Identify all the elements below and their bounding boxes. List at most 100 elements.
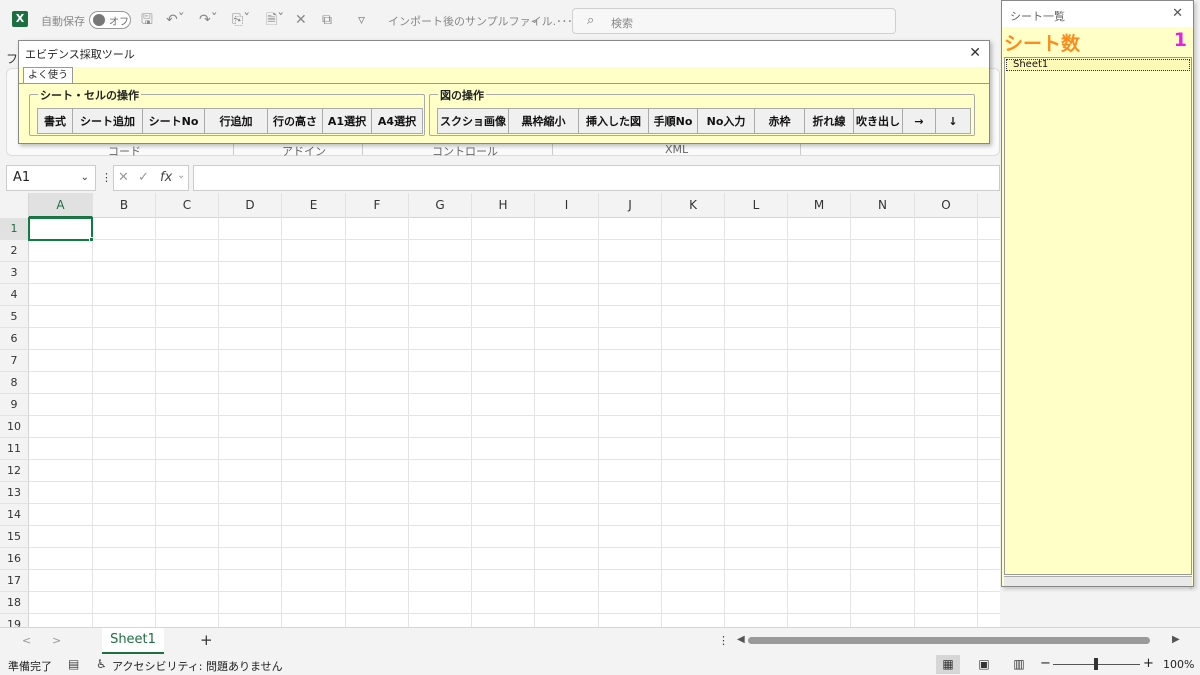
- more-options-icon[interactable]: ⋮: [101, 171, 112, 184]
- active-cell[interactable]: [28, 217, 93, 241]
- insert-function-icon[interactable]: fx: [160, 170, 172, 185]
- row-header-11[interactable]: 11: [0, 438, 29, 460]
- row-header-8[interactable]: 8: [0, 372, 29, 394]
- save-icon[interactable]: 🖫: [141, 11, 153, 29]
- more-options-icon[interactable]: ⋮: [718, 634, 729, 647]
- select-a4-button[interactable]: A4選択: [371, 108, 423, 134]
- red-frame-button[interactable]: 赤枠: [754, 108, 805, 134]
- macro-record-icon[interactable]: ▤: [68, 657, 79, 671]
- column-header-l[interactable]: L: [725, 193, 788, 218]
- screenshot-image-button[interactable]: スクショ画像: [437, 108, 509, 134]
- redo-icon[interactable]: ↷ˇ: [199, 11, 218, 29]
- clipboard-icon[interactable]: ⎘ˇ: [232, 11, 250, 29]
- search-box[interactable]: ⌕ 検索: [572, 8, 896, 34]
- add-sheet-icon[interactable]: +: [200, 631, 213, 649]
- sheet-tab-sheet1[interactable]: Sheet1: [102, 628, 164, 654]
- scroll-right-icon[interactable]: ▶: [1172, 634, 1180, 645]
- undo-icon[interactable]: ↶ˇ: [166, 11, 185, 29]
- accessibility-status[interactable]: アクセシビリティ: 問題ありません: [112, 658, 283, 674]
- tree-icon[interactable]: ⧉: [322, 11, 332, 29]
- column-header-e[interactable]: E: [282, 193, 346, 218]
- enter-check-icon[interactable]: ✓: [138, 170, 149, 185]
- row-header-17[interactable]: 17: [0, 570, 29, 592]
- row-header-1[interactable]: 1: [0, 218, 29, 240]
- step-no-button[interactable]: 手順No: [648, 108, 698, 134]
- column-header-i[interactable]: I: [535, 193, 599, 218]
- column-header-o[interactable]: O: [915, 193, 978, 218]
- tool-titlebar[interactable]: エビデンス採取ツール ✕: [19, 41, 989, 67]
- zoom-slider-thumb[interactable]: [1094, 658, 1098, 670]
- normal-view-icon[interactable]: ▦: [936, 655, 960, 674]
- row-header-14[interactable]: 14: [0, 504, 29, 526]
- zoom-in-icon[interactable]: +: [1143, 656, 1154, 671]
- row-header-4[interactable]: 4: [0, 284, 29, 306]
- column-header-m[interactable]: M: [788, 193, 851, 218]
- select-a1-button[interactable]: A1選択: [322, 108, 372, 134]
- column-header-k[interactable]: K: [662, 193, 725, 218]
- close-icon[interactable]: ✕: [969, 45, 981, 61]
- callout-button[interactable]: 吹き出し: [853, 108, 903, 134]
- sheet-listbox[interactable]: Sheet1: [1004, 57, 1192, 575]
- chevron-down-icon[interactable]: ⌄: [530, 11, 539, 29]
- previous-sheet-icon[interactable]: <: [22, 634, 31, 647]
- sheet-list-titlebar[interactable]: シート一覧 ✕: [1002, 1, 1193, 27]
- chevron-down-icon[interactable]: ⌄: [81, 166, 89, 190]
- chevron-down-icon[interactable]: ⌄: [177, 170, 185, 181]
- next-sheet-icon[interactable]: >: [52, 634, 61, 647]
- file-name[interactable]: インポート後のサンプルファイル.･･･: [388, 13, 573, 29]
- column-header-a[interactable]: A: [29, 193, 93, 218]
- worksheet-grid[interactable]: ABCDEFGHIJKLMNO 1 2 3 4 5 6 7 8 9 10 11 12 13 14 15 16 1…: [0, 193, 1000, 627]
- accessibility-icon[interactable]: ♿: [96, 657, 107, 671]
- row-header-5[interactable]: 5: [0, 306, 29, 328]
- row-header-2[interactable]: 2: [0, 240, 29, 262]
- name-box[interactable]: A1 ⌄: [6, 165, 96, 191]
- column-header-f[interactable]: F: [346, 193, 409, 218]
- row-header-9[interactable]: 9: [0, 394, 29, 416]
- black-frame-shrink-button[interactable]: 黒枠縮小: [508, 108, 579, 134]
- autosave-toggle[interactable]: オフ: [89, 11, 131, 29]
- add-sheet-button[interactable]: シート追加: [72, 108, 143, 134]
- format-button[interactable]: 書式: [37, 108, 73, 134]
- column-header-h[interactable]: H: [472, 193, 535, 218]
- column-header-n[interactable]: N: [851, 193, 915, 218]
- row-header-19[interactable]: 19: [0, 614, 29, 627]
- page-layout-view-icon[interactable]: ▣: [972, 655, 996, 674]
- ribbon-file-tab[interactable]: フ: [6, 50, 18, 67]
- row-height-button[interactable]: 行の高さ: [267, 108, 323, 134]
- document-icon[interactable]: 🗎ˇ: [266, 11, 284, 29]
- column-header-d[interactable]: D: [219, 193, 282, 218]
- column-header-b[interactable]: B: [93, 193, 156, 218]
- inserted-figure-button[interactable]: 挿入した図: [578, 108, 649, 134]
- row-header-18[interactable]: 18: [0, 592, 29, 614]
- row-header-7[interactable]: 7: [0, 350, 29, 372]
- cancel-icon[interactable]: ✕: [118, 170, 129, 185]
- row-header-6[interactable]: 6: [0, 328, 29, 350]
- close-x-icon[interactable]: ✕: [295, 11, 307, 29]
- no-input-button[interactable]: No入力: [697, 108, 755, 134]
- fill-handle[interactable]: [89, 237, 94, 242]
- close-icon[interactable]: ✕: [1172, 6, 1183, 21]
- page-break-view-icon[interactable]: ▥: [1007, 655, 1031, 674]
- zoom-level[interactable]: 100%: [1163, 658, 1194, 671]
- scroll-left-icon[interactable]: ◀: [737, 634, 745, 645]
- customize-qat-icon[interactable]: ▿: [358, 11, 365, 29]
- polyline-button[interactable]: 折れ線: [804, 108, 854, 134]
- select-all-corner[interactable]: [0, 193, 29, 218]
- horizontal-scrollbar[interactable]: [748, 637, 1150, 644]
- down-arrow-button[interactable]: ↓: [935, 108, 971, 134]
- column-header-c[interactable]: C: [156, 193, 219, 218]
- list-item[interactable]: Sheet1: [1006, 59, 1190, 71]
- zoom-out-icon[interactable]: −: [1040, 656, 1051, 671]
- right-arrow-button[interactable]: →: [902, 108, 936, 134]
- row-header-10[interactable]: 10: [0, 416, 29, 438]
- column-header-g[interactable]: G: [409, 193, 472, 218]
- row-header-12[interactable]: 12: [0, 460, 29, 482]
- sheet-no-button[interactable]: シートNo: [142, 108, 205, 134]
- row-header-15[interactable]: 15: [0, 526, 29, 548]
- add-row-button[interactable]: 行追加: [204, 108, 268, 134]
- row-header-3[interactable]: 3: [0, 262, 29, 284]
- column-header-j[interactable]: J: [599, 193, 662, 218]
- row-header-16[interactable]: 16: [0, 548, 29, 570]
- formula-input[interactable]: [193, 165, 1000, 191]
- row-header-13[interactable]: 13: [0, 482, 29, 504]
